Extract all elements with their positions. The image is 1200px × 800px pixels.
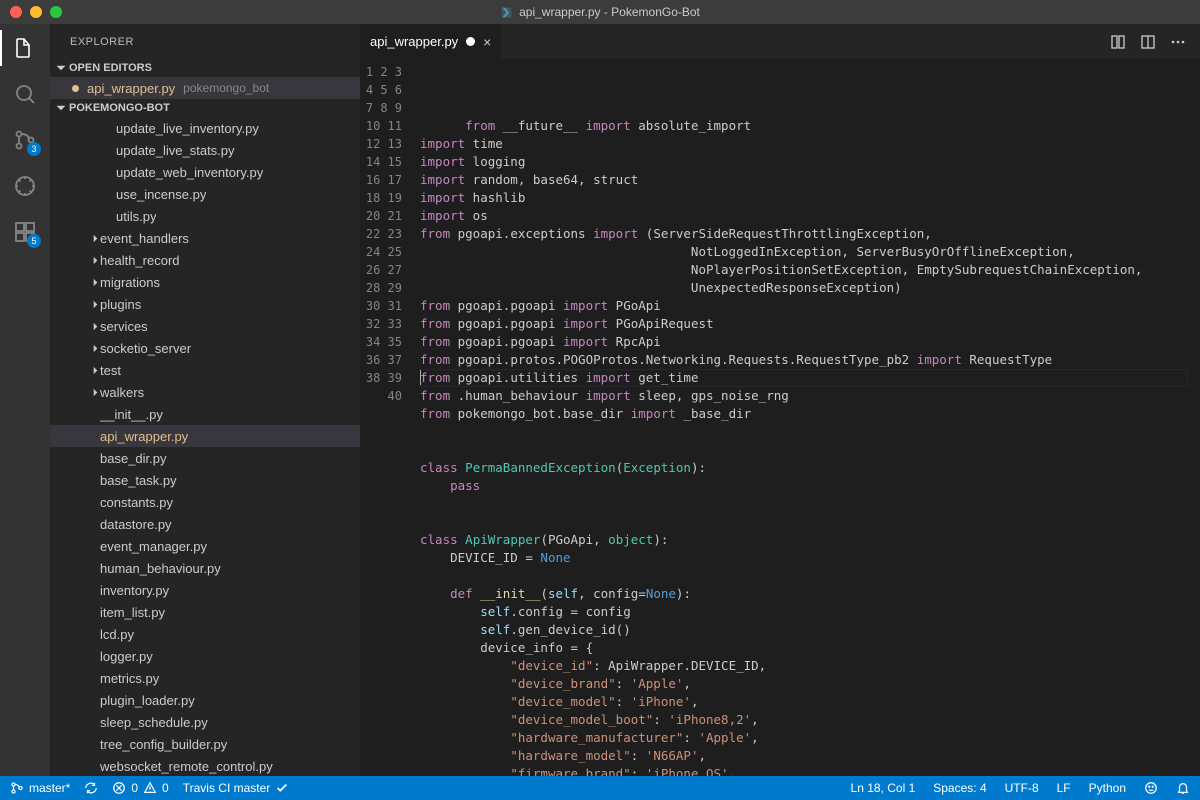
open-editor-item[interactable]: api_wrapper.pypokemongo_bot — [50, 77, 360, 99]
current-line-highlight — [420, 369, 1188, 387]
scm-badge: 3 — [27, 142, 41, 156]
file-item[interactable]: constants.py — [50, 491, 360, 513]
ext-badge: 5 — [27, 234, 41, 248]
extensions-icon[interactable]: 5 — [11, 218, 39, 246]
git-sync-status[interactable] — [84, 781, 98, 795]
file-item[interactable]: item_list.py — [50, 601, 360, 623]
titlebar: api_wrapper.py - PokemonGo-Bot — [0, 0, 1200, 24]
explorer-title: EXPLORER — [50, 24, 360, 59]
folder-item[interactable]: socketio_server — [50, 337, 360, 359]
file-item[interactable]: human_behaviour.py — [50, 557, 360, 579]
file-item[interactable]: __init__.py — [50, 403, 360, 425]
folder-item[interactable]: health_record — [50, 249, 360, 271]
problems-status[interactable]: 0 0 — [112, 781, 168, 795]
language-status[interactable]: Python — [1089, 781, 1126, 795]
activity-bar: 3 5 — [0, 24, 50, 776]
notifications-icon[interactable] — [1176, 781, 1190, 795]
file-item[interactable]: plugin_loader.py — [50, 689, 360, 711]
file-item[interactable]: use_incense.py — [50, 183, 360, 205]
explorer-icon[interactable] — [11, 34, 39, 62]
more-icon[interactable] — [1170, 34, 1186, 50]
code-editor[interactable]: 1 2 3 4 5 6 7 8 9 10 11 12 13 14 15 16 1… — [360, 59, 1200, 776]
file-item[interactable]: api_wrapper.py — [50, 425, 360, 447]
split-editor-icon[interactable] — [1140, 34, 1156, 50]
file-item[interactable]: utils.py — [50, 205, 360, 227]
tab-bar: api_wrapper.py × — [360, 24, 1200, 59]
search-icon[interactable] — [11, 80, 39, 108]
folder-item[interactable]: event_handlers — [50, 227, 360, 249]
compare-icon[interactable] — [1110, 34, 1126, 50]
close-window-button[interactable] — [10, 6, 22, 18]
file-item[interactable]: lcd.py — [50, 623, 360, 645]
sidebar: EXPLORER OPEN EDITORS api_wrapper.pypoke… — [50, 24, 360, 776]
open-editors-header[interactable]: OPEN EDITORS — [50, 59, 360, 77]
debug-icon[interactable] — [11, 172, 39, 200]
file-item[interactable]: base_dir.py — [50, 447, 360, 469]
folder-item[interactable]: services — [50, 315, 360, 337]
project-header[interactable]: POKEMONGO-BOT — [50, 99, 360, 117]
maximize-window-button[interactable] — [50, 6, 62, 18]
minimize-window-button[interactable] — [30, 6, 42, 18]
eol-status[interactable]: LF — [1057, 781, 1071, 795]
file-item[interactable]: datastore.py — [50, 513, 360, 535]
folder-item[interactable]: walkers — [50, 381, 360, 403]
file-item[interactable]: inventory.py — [50, 579, 360, 601]
file-item[interactable]: base_task.py — [50, 469, 360, 491]
indent-status[interactable]: Spaces: 4 — [933, 781, 986, 795]
tab-label: api_wrapper.py — [370, 34, 458, 49]
folder-item[interactable]: test — [50, 359, 360, 381]
file-item[interactable]: update_live_inventory.py — [50, 117, 360, 139]
source-control-icon[interactable]: 3 — [11, 126, 39, 154]
file-item[interactable]: update_web_inventory.py — [50, 161, 360, 183]
folder-item[interactable]: plugins — [50, 293, 360, 315]
file-item[interactable]: websocket_remote_control.py — [50, 755, 360, 776]
file-item[interactable]: sleep_schedule.py — [50, 711, 360, 733]
editor-area: api_wrapper.py × 1 2 3 4 5 6 7 8 9 10 11… — [360, 24, 1200, 776]
file-item[interactable]: tree_config_builder.py — [50, 733, 360, 755]
folder-item[interactable]: migrations — [50, 271, 360, 293]
feedback-icon[interactable] — [1144, 781, 1158, 795]
close-tab-button[interactable]: × — [483, 35, 491, 49]
encoding-status[interactable]: UTF-8 — [1005, 781, 1039, 795]
git-branch-status[interactable]: master* — [10, 781, 70, 795]
window-title: api_wrapper.py - PokemonGo-Bot — [500, 5, 700, 19]
file-item[interactable]: update_live_stats.py — [50, 139, 360, 161]
file-item[interactable]: logger.py — [50, 645, 360, 667]
tab-api-wrapper[interactable]: api_wrapper.py × — [360, 24, 502, 59]
ci-status[interactable]: Travis CI master — [183, 781, 290, 795]
file-item[interactable]: event_manager.py — [50, 535, 360, 557]
file-item[interactable]: metrics.py — [50, 667, 360, 689]
cursor-position-status[interactable]: Ln 18, Col 1 — [851, 781, 916, 795]
dirty-indicator-icon — [466, 37, 475, 46]
status-bar: master* 0 0 Travis CI master Ln 18, Col … — [0, 776, 1200, 800]
text-cursor — [420, 370, 421, 385]
line-gutter: 1 2 3 4 5 6 7 8 9 10 11 12 13 14 15 16 1… — [360, 59, 420, 776]
